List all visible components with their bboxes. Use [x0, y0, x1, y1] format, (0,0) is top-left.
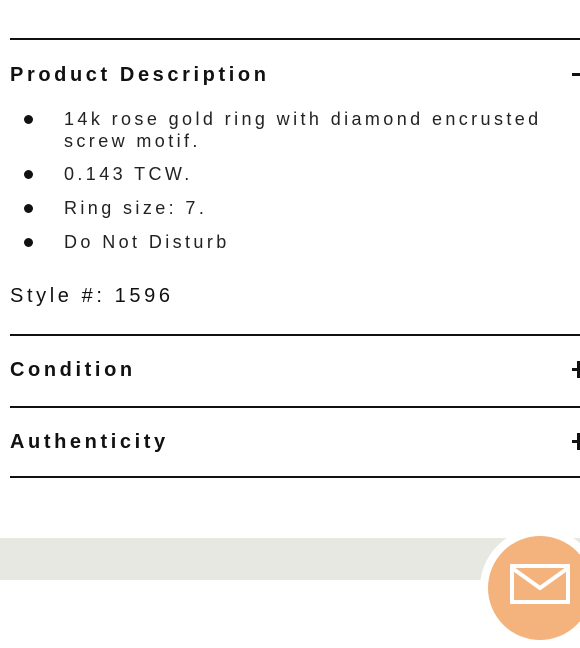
list-item-text: Do Not Disturb	[64, 232, 230, 252]
list-item-text: Ring size: 7.	[64, 198, 208, 218]
product-description-title: Product Description	[10, 64, 270, 86]
divider	[10, 38, 580, 40]
authenticity-header[interactable]: Authenticity	[10, 424, 580, 460]
plus-icon[interactable]	[572, 361, 580, 378]
bullet-icon	[24, 238, 33, 247]
bullet-icon	[24, 115, 33, 124]
product-description-header[interactable]: Product Description	[10, 57, 580, 93]
style-number: Style #: 1596	[10, 285, 174, 307]
mail-icon	[510, 564, 570, 604]
list-item-text: 0.143 TCW.	[64, 164, 193, 184]
divider	[10, 406, 580, 408]
list-item-text: 14k rose gold ring with diamond encruste…	[64, 109, 542, 151]
minus-icon[interactable]	[572, 70, 580, 80]
divider	[10, 476, 580, 478]
plus-icon[interactable]	[572, 433, 580, 450]
bullet-icon	[24, 204, 33, 213]
divider	[10, 334, 580, 336]
bullet-icon	[24, 170, 33, 179]
authenticity-title: Authenticity	[10, 431, 169, 453]
contact-button-circle	[488, 536, 580, 640]
condition-title: Condition	[10, 359, 136, 381]
condition-header[interactable]: Condition	[10, 352, 580, 388]
